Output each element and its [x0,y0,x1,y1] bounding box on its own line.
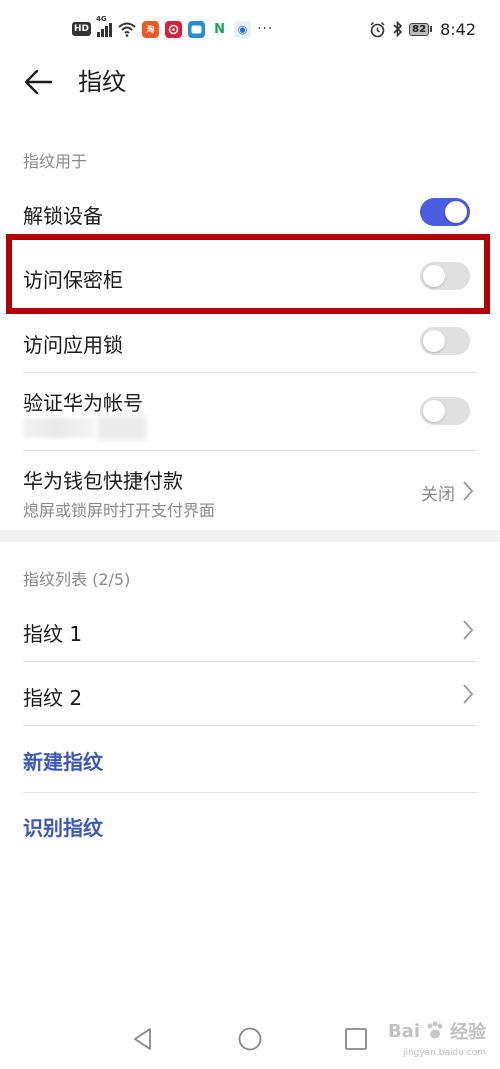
network-type: 4G [96,15,107,23]
status-bar: HD 4G 淘 N ◉ ··· 82 8:42 [0,0,500,58]
row-access-app-lock[interactable]: 访问应用锁 [0,309,500,373]
redacted-account-number [23,416,147,440]
watermark-brand: Bai [387,1020,420,1042]
message-app-icon [188,20,206,38]
status-left: HD 4G 淘 N ◉ ··· [72,15,274,40]
baidu-jingyan-watermark: Bai 经验 jingyan.baidu.com [387,1018,486,1059]
toggle-knob [445,201,467,223]
music-app-icon [165,20,183,38]
row-title: 指纹 2 [23,686,83,710]
identify-fingerprint-button[interactable]: 识别指纹 [23,812,103,841]
paw-icon [427,1021,443,1039]
more-notifications-icon: ··· [257,21,274,37]
hd-badge: HD [72,22,92,36]
section-separator [0,530,500,542]
row-title: 华为钱包快捷付款 [23,469,183,493]
section-list-label: 指纹列表 (2/5) [23,570,131,589]
row-unlock-device[interactable]: 解锁设备 [0,180,500,244]
toggle-knob [423,265,445,287]
row-title: 验证华为帐号 [23,391,143,415]
divider [23,792,477,793]
row-wallet-quick-pay[interactable]: 华为钱包快捷付款 熄屏或锁屏时打开支付界面 关闭 [0,451,500,531]
alarm-icon [370,21,385,37]
row-title: 访问保密柜 [23,268,123,292]
watermark-url: jingyan.baidu.com [402,1048,486,1058]
section-usage-label: 指纹用于 [23,152,88,171]
divider [23,725,477,726]
nav-recents-icon[interactable] [341,1024,371,1054]
app-lock-toggle[interactable] [420,327,470,355]
nav-home-icon[interactable] [235,1024,265,1054]
chevron-right-icon [463,481,474,501]
nav-back-icon[interactable] [128,1024,158,1054]
row-title: 指纹 1 [23,622,83,646]
row-subtitle: 熄屏或锁屏时打开支付界面 [23,501,216,520]
battery-icon: 82 [409,22,433,36]
wallet-value: 关闭 [421,485,455,505]
cell-signal-icon: 4G [96,15,113,37]
page-title: 指纹 [78,68,126,96]
row-fingerprint-1[interactable]: 指纹 1 [0,598,500,662]
status-right: 82 8:42 [369,18,476,40]
mascot-app-icon: ◉ [234,20,252,38]
wifi-icon [118,22,136,37]
toggle-knob [423,400,445,422]
taobao-app-icon: 淘 [142,20,160,38]
access-safe-toggle[interactable] [420,262,470,290]
new-fingerprint-button[interactable]: 新建指纹 [23,746,103,775]
unlock-device-toggle[interactable] [420,198,470,226]
verify-account-toggle[interactable] [420,397,470,425]
watermark-suffix: 经验 [450,1022,486,1043]
chevron-right-icon [463,684,474,704]
toggle-knob [423,330,445,352]
row-title: 解锁设备 [23,204,103,228]
battery-level: 82 [409,22,430,36]
app-header: 指纹 [0,58,500,106]
row-access-safe[interactable]: 访问保密柜 [0,244,500,308]
chevron-right-icon [463,620,474,640]
back-arrow-icon [24,69,53,95]
clock: 8:42 [440,19,476,39]
row-fingerprint-2[interactable]: 指纹 2 [0,662,500,726]
n-app-icon: N [211,20,229,38]
bluetooth-icon [393,20,403,38]
row-title: 访问应用锁 [23,333,123,357]
back-button[interactable] [22,66,54,98]
